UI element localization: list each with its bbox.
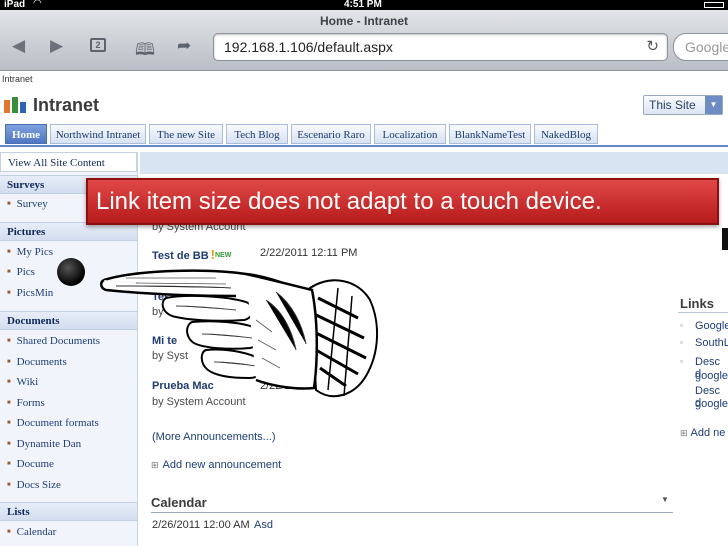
add-new-announcement-link[interactable]: ⊞ Add new announcement [151, 459, 281, 471]
battery-icon [704, 2, 724, 8]
bookmarks-icon[interactable]: 🕮 [135, 37, 155, 66]
quick-launch-item[interactable]: ■ My Pics [7, 246, 53, 258]
link-item[interactable]: Google [695, 320, 728, 332]
quick-launch-item[interactable]: ■ Survey [7, 198, 48, 210]
calendar-event-date: 2/26/2011 12:00 AM [152, 519, 250, 531]
quick-launch-item[interactable]: ■ Wiki [7, 376, 38, 388]
breadcrumb[interactable]: Intranet [2, 74, 33, 84]
quick-launch-item[interactable]: ■ Calendar [7, 526, 56, 538]
tab-localization[interactable]: Localization [374, 124, 446, 144]
status-bar: iPad ◠ 4:51 PM [0, 0, 728, 10]
tab-tech-blog[interactable]: Tech Blog [226, 124, 288, 144]
quick-launch-item[interactable]: ■ Documents [7, 356, 67, 368]
link-item-description: google [695, 370, 728, 382]
device-name: iPad [4, 0, 26, 10]
divider [151, 512, 673, 513]
top-navigation: Home Northwind Intranet The new Site Tec… [0, 121, 728, 147]
link-item-description: google [695, 398, 728, 410]
search-scope-select[interactable]: This Site ▼ [643, 95, 723, 115]
quick-launch-item[interactable]: ■ Shared Documents [7, 335, 100, 347]
quick-launch-item[interactable]: ■ Pics [7, 266, 35, 278]
link-item[interactable]: SouthL [695, 337, 728, 349]
quick-launch-heading-lists[interactable]: Lists [0, 502, 137, 521]
forward-icon[interactable]: ▶ [50, 36, 63, 56]
clipped-image [722, 228, 728, 250]
back-icon[interactable]: ◀ [12, 36, 25, 56]
quick-launch-item[interactable]: ■ PicsMin [7, 287, 53, 299]
touch-point-indicator [57, 258, 85, 286]
quick-launch-item[interactable]: ■ Dynamite Dan [7, 438, 81, 450]
view-all-site-content-link[interactable]: View All Site Content [0, 152, 137, 172]
divider [678, 312, 728, 313]
calendar-event-link[interactable]: Asd [254, 519, 273, 531]
more-announcements-link[interactable]: (More Announcements...) [152, 431, 276, 443]
tab-escenario-raro[interactable]: Escenario Raro [291, 124, 371, 144]
site-title[interactable]: Intranet [33, 95, 99, 116]
tab-home[interactable]: Home [5, 124, 47, 144]
quick-launch-item[interactable]: ■ Forms [7, 397, 45, 409]
pointing-hand-icon [100, 269, 378, 398]
calendar-heading[interactable]: Calendar [151, 495, 207, 510]
browser-page-title: Home - Intranet [319, 14, 408, 28]
tab-blanknametest[interactable]: BlankNameTest [449, 124, 531, 144]
tab-nakedblog[interactable]: NakedBlog [534, 124, 598, 144]
links-heading[interactable]: Links [680, 296, 714, 311]
tabs-icon[interactable]: 2 [90, 38, 106, 52]
chevron-down-icon[interactable]: ▼ [705, 96, 722, 114]
reload-icon[interactable]: ↻ [646, 37, 659, 55]
callout-banner: Link item size does not adapt to a touch… [86, 178, 719, 225]
wifi-icon: ◠ [33, 0, 42, 9]
url-text: 192.168.1.106/default.aspx [224, 39, 393, 55]
quick-launch-item[interactable]: ■ Docs Size [7, 479, 61, 491]
bullet-icon: ▫ [680, 357, 683, 366]
search-placeholder: Google [685, 39, 728, 55]
search-field[interactable]: Google [673, 33, 728, 61]
clock: 4:51 PM [344, 0, 382, 10]
address-bar[interactable]: 192.168.1.106/default.aspx ↻ [213, 33, 668, 61]
search-scope-label: This Site [649, 98, 696, 112]
add-icon: ⊞ [151, 460, 159, 470]
add-new-link[interactable]: ⊞ Add ne [680, 427, 725, 439]
tab-northwind-intranet[interactable]: Northwind Intranet [50, 124, 146, 144]
calendar-menu-icon[interactable]: ▼ [661, 495, 669, 504]
quick-launch-item[interactable]: ■ Document formats [7, 417, 99, 429]
content-header-band [140, 152, 728, 174]
add-icon: ⊞ [680, 428, 688, 438]
bullet-icon: ▫ [680, 338, 683, 347]
quick-launch-item[interactable]: ■ Docume [7, 458, 54, 470]
tab-the-new-site[interactable]: The new Site [149, 124, 223, 144]
share-icon[interactable]: ➦ [177, 36, 191, 56]
site-logo-icon [4, 97, 26, 113]
bullet-icon: ▫ [680, 321, 683, 330]
